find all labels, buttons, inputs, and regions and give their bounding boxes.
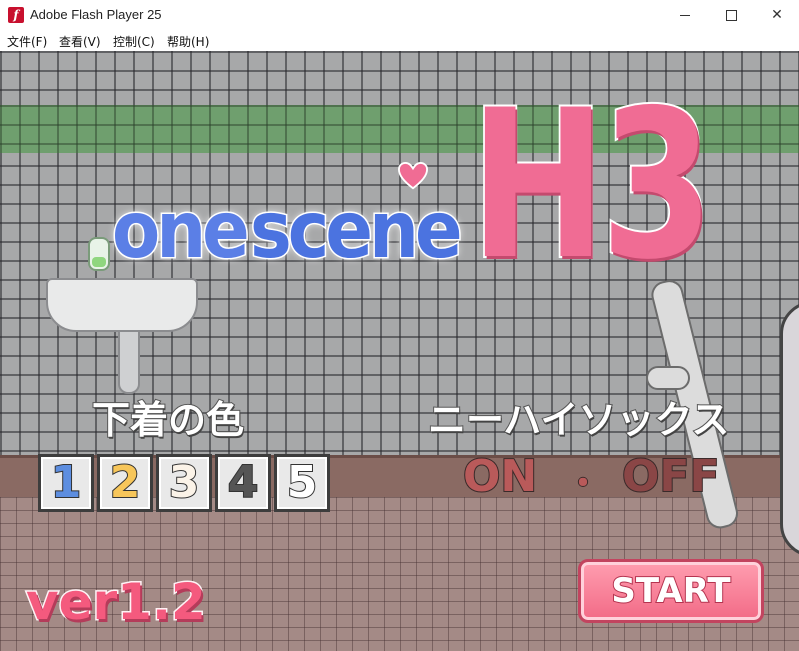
handrail-bracket [646,366,690,390]
socks-on-button[interactable]: ON [462,450,538,503]
logo-one-text: one [111,185,252,278]
maximize-button[interactable] [708,0,754,31]
menu-view[interactable]: 查看(V) [59,33,101,50]
window-title: Adobe Flash Player 25 [30,7,162,22]
soap-dispenser [88,237,110,271]
sink [46,278,198,332]
logo-scene-text: scene [249,185,465,278]
underwear-option-4[interactable]: 4 [215,454,271,512]
title-bar: f Adobe Flash Player 25 ✕ [0,0,799,31]
underwear-option-1[interactable]: 1 [38,454,94,512]
socks-off-button[interactable]: OFF [621,450,721,503]
menu-help[interactable]: 帮助(H) [167,33,209,50]
logo-h3-text: H3 [468,67,715,305]
menu-control[interactable]: 控制(C) [113,33,155,50]
maximize-icon [725,9,737,21]
version-label: ver1.2 [25,572,208,633]
start-button[interactable]: START [578,559,764,623]
close-icon: ✕ [771,7,783,23]
sink-pipe [118,330,140,394]
minimize-icon [680,14,690,16]
knee-socks-label: ニーハイソックス [427,397,730,443]
underwear-option-2[interactable]: 2 [97,454,153,512]
heart-icon [398,161,428,190]
character-partial [780,301,799,557]
underwear-option-5[interactable]: 5 [274,454,330,512]
underwear-color-label: 下着の色 [91,397,245,443]
close-button[interactable]: ✕ [754,0,799,31]
soap-liquid [92,257,106,267]
menu-file[interactable]: 文件(F) [7,33,47,50]
minimize-button[interactable] [662,0,708,31]
socks-separator: ・ [565,463,601,505]
flash-icon: f [8,7,24,23]
game-canvas[interactable]: one scene H3 下着の色 1 2 3 4 5 ニーハイソックス ON … [0,51,799,651]
menu-bar: 文件(F) 查看(V) 控制(C) 帮助(H) [0,31,799,51]
underwear-option-3[interactable]: 3 [156,454,212,512]
